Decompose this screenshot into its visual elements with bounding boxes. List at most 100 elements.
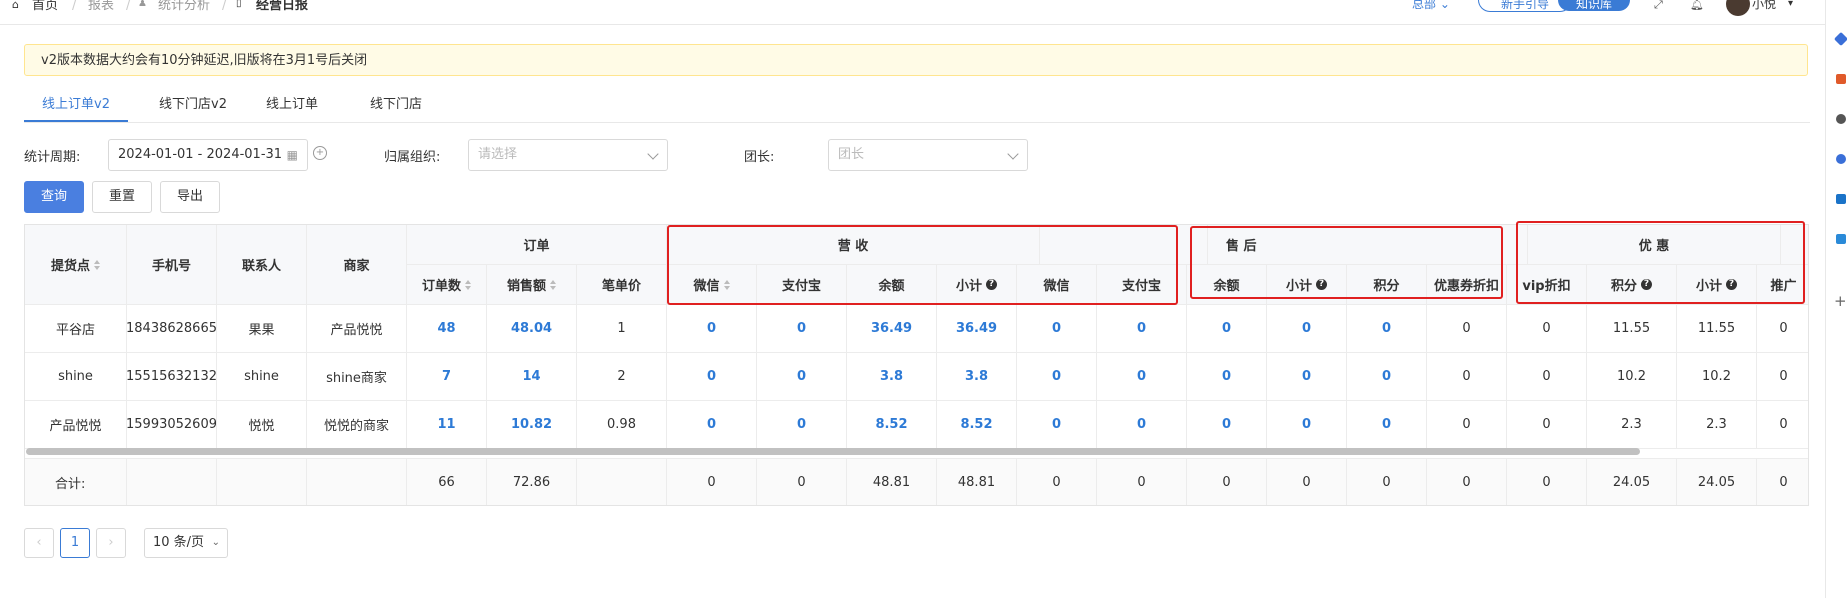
table-cell-phone: 15515632132 — [127, 353, 217, 401]
table-cell-phone: 18438628665 — [127, 305, 217, 353]
table-cell-wechat-link[interactable]: 0 — [667, 401, 757, 449]
table-cell-alipay2-link[interactable]: 0 — [1097, 353, 1187, 401]
briefcase-icon[interactable] — [1836, 74, 1846, 84]
add-icon[interactable]: + — [1834, 292, 1847, 310]
table-cell-alipay-link[interactable]: 0 — [757, 305, 847, 353]
chevron-down-icon — [647, 148, 659, 160]
table-cell-subtotal-link[interactable]: 3.8 — [937, 353, 1017, 401]
add-circle-icon[interactable]: + — [313, 146, 327, 160]
breadcrumb-report[interactable]: 报表 — [88, 0, 114, 12]
home-icon[interactable]: ⌂ — [12, 0, 19, 10]
table-cell-alipay-link[interactable]: 0 — [757, 353, 847, 401]
calendar-icon[interactable]: ▦ — [287, 140, 298, 170]
avatar[interactable] — [1726, 0, 1750, 16]
table-cell-sales-link[interactable]: 14 — [487, 353, 577, 401]
table-cell-store: 产品悦悦 — [25, 401, 127, 449]
table-cell-subtotal-link[interactable]: 8.52 — [937, 401, 1017, 449]
table-cell-order-count-link[interactable]: 11 — [407, 401, 487, 449]
table-cell-balance-link[interactable]: 3.8 — [847, 353, 937, 401]
header-store[interactable]: 提货点 — [25, 225, 127, 305]
sort-icon[interactable] — [550, 279, 556, 290]
help-icon[interactable]: ? — [1641, 279, 1652, 290]
sort-icon[interactable] — [94, 259, 100, 270]
tab-offline-stores[interactable]: 线下门店 — [358, 88, 434, 122]
table-cell-merchant: shine商家 — [307, 353, 407, 401]
total-cell-empty — [127, 459, 217, 505]
table-cell-balance-link[interactable]: 36.49 — [847, 305, 937, 353]
subheader-wechat[interactable]: 微信 — [667, 265, 757, 305]
bell-icon[interactable]: 🔔︎ — [1690, 0, 1704, 10]
sort-icon[interactable] — [465, 279, 471, 290]
table-cell-sales-link[interactable]: 10.82 — [487, 401, 577, 449]
tab-online-orders-v2[interactable]: 线上订单v2 — [24, 88, 128, 122]
org-switcher[interactable]: 总部 ⌄ — [1412, 0, 1450, 11]
help-icon[interactable]: ? — [986, 279, 997, 290]
horizontal-scrollbar[interactable] — [26, 448, 1640, 455]
send-icon[interactable] — [1836, 234, 1846, 244]
group-header-revenue: 营 收 — [667, 225, 1040, 265]
prev-page-button[interactable]: ‹ — [24, 528, 54, 558]
query-button[interactable]: 查询 — [24, 181, 84, 213]
breadcrumb-home[interactable]: 首页 — [32, 0, 58, 12]
total-cell: 48.81 — [847, 459, 937, 505]
table-cell-as-balance-link[interactable]: 0 — [1187, 353, 1267, 401]
page-button-current[interactable]: 1 — [60, 528, 90, 558]
table-cell-store: 平谷店 — [25, 305, 127, 353]
table-cell-sales-link[interactable]: 48.04 — [487, 305, 577, 353]
table-cell-discount-subtotal: 2.3 — [1677, 401, 1757, 449]
subheader-vip-discount: vip折扣 — [1507, 265, 1587, 305]
help-icon[interactable]: ? — [1726, 279, 1737, 290]
header-phone: 手机号 — [127, 225, 217, 305]
table-cell-as-subtotal-link[interactable]: 0 — [1267, 401, 1347, 449]
knowledge-base-button[interactable]: 知识库 — [1558, 0, 1630, 11]
table-cell-wechat2-link[interactable]: 0 — [1017, 401, 1097, 449]
fullscreen-icon[interactable]: ⤢ — [1654, 0, 1663, 10]
table-cell-as-points-link[interactable]: 0 — [1347, 353, 1427, 401]
table-cell-avg-price: 1 — [577, 305, 667, 353]
table-cell-as-balance-link[interactable]: 0 — [1187, 401, 1267, 449]
page-size-value: 10 条/页 — [153, 535, 205, 550]
table-cell-wechat-link[interactable]: 0 — [667, 353, 757, 401]
subheader-order-count[interactable]: 订单数 — [407, 265, 487, 305]
table-cell-order-count-link[interactable]: 7 — [407, 353, 487, 401]
table-cell-balance-link[interactable]: 8.52 — [847, 401, 937, 449]
total-cell: 0 — [667, 459, 757, 505]
table-cell-order-count-link[interactable]: 48 — [407, 305, 487, 353]
export-button[interactable]: 导出 — [160, 181, 220, 213]
table-cell-alipay2-link[interactable]: 0 — [1097, 305, 1187, 353]
table-cell-wechat2-link[interactable]: 0 — [1017, 353, 1097, 401]
group-header-order: 订单 — [407, 225, 667, 265]
chevron-down-icon: ⌄ — [1439, 0, 1450, 11]
table-cell-as-subtotal-link[interactable]: 0 — [1267, 305, 1347, 353]
table-cell-wechat2-link[interactable]: 0 — [1017, 305, 1097, 353]
table-cell-subtotal-link[interactable]: 36.49 — [937, 305, 1017, 353]
help-icon[interactable]: ? — [1316, 279, 1327, 290]
table-cell-as-points-link[interactable]: 0 — [1347, 305, 1427, 353]
tab-offline-stores-v2[interactable]: 线下门店v2 — [148, 88, 238, 122]
notice-banner: v2版本数据大约会有10分钟延迟,旧版将在3月1号后关闭 — [24, 44, 1808, 76]
reset-button[interactable]: 重置 — [92, 181, 152, 213]
period-range-input[interactable]: 2024-01-01 - 2024-01-31 ▦ — [108, 139, 308, 171]
user-icon[interactable] — [1836, 114, 1846, 124]
username[interactable]: 小悦 — [1752, 0, 1776, 10]
table-cell-wechat-link[interactable]: 0 — [667, 305, 757, 353]
table-cell-alipay2-link[interactable]: 0 — [1097, 401, 1187, 449]
user-menu-chevron-icon[interactable]: ▾ — [1788, 0, 1793, 9]
table-cell-as-balance-link[interactable]: 0 — [1187, 305, 1267, 353]
outlook-icon[interactable] — [1836, 194, 1846, 204]
page-size-select[interactable]: 10 条/页 ⌄ — [144, 528, 228, 558]
chevron-down-icon: ⌄ — [211, 537, 220, 548]
table-cell-alipay-link[interactable]: 0 — [757, 401, 847, 449]
page-title: 经营日报 — [256, 0, 309, 13]
table-cell-as-subtotal-link[interactable]: 0 — [1267, 353, 1347, 401]
leader-select[interactable]: 团长 — [828, 139, 1028, 171]
org-select[interactable]: 请选择 — [468, 139, 668, 171]
copilot-icon[interactable] — [1836, 154, 1846, 164]
period-value: 2024-01-01 - 2024-01-31 — [118, 147, 283, 162]
breadcrumb-analysis[interactable]: 统计分析 — [158, 0, 210, 12]
tab-online-orders[interactable]: 线上订单 — [254, 88, 330, 122]
subheader-sales[interactable]: 销售额 — [487, 265, 577, 305]
table-cell-as-points-link[interactable]: 0 — [1347, 401, 1427, 449]
next-page-button[interactable]: › — [96, 528, 126, 558]
sort-icon[interactable] — [723, 279, 730, 290]
